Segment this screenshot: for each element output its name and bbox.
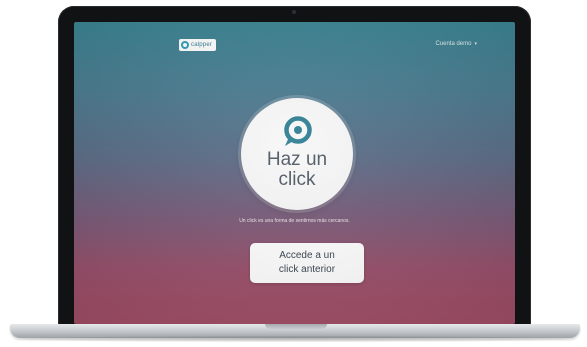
previous-click-button[interactable]: Accede a un click anterior <box>250 243 364 283</box>
previous-click-label-line2: click anterior <box>278 264 336 275</box>
chat-bubble-logo-icon <box>181 41 189 49</box>
chevron-down-icon: ▾ <box>474 41 477 47</box>
make-click-button[interactable]: Haz un click <box>241 98 353 210</box>
brand-name: calpper <box>191 42 213 48</box>
base-shadow <box>20 336 570 342</box>
click-title-line1: Haz un <box>266 149 328 170</box>
laptop-lid: calpper Cuenta demo ▾ Haz un click Un cl… <box>58 6 531 328</box>
app-screen: calpper Cuenta demo ▾ Haz un click Un cl… <box>74 22 515 324</box>
click-title-line2: click <box>278 169 316 190</box>
previous-click-label-line1: Accede a un <box>279 250 335 261</box>
chat-bubble-icon <box>284 116 312 146</box>
brand-logo[interactable]: calpper <box>179 39 217 51</box>
hint-text: Un click es una forma de sentirnos más c… <box>239 218 350 224</box>
base-notch <box>265 324 327 329</box>
account-menu-label: Cuenta demo <box>435 41 472 47</box>
camera-icon <box>292 10 296 14</box>
product-mockup: calpper Cuenta demo ▾ Haz un click Un cl… <box>0 0 587 347</box>
account-menu[interactable]: Cuenta demo ▾ <box>435 41 477 47</box>
